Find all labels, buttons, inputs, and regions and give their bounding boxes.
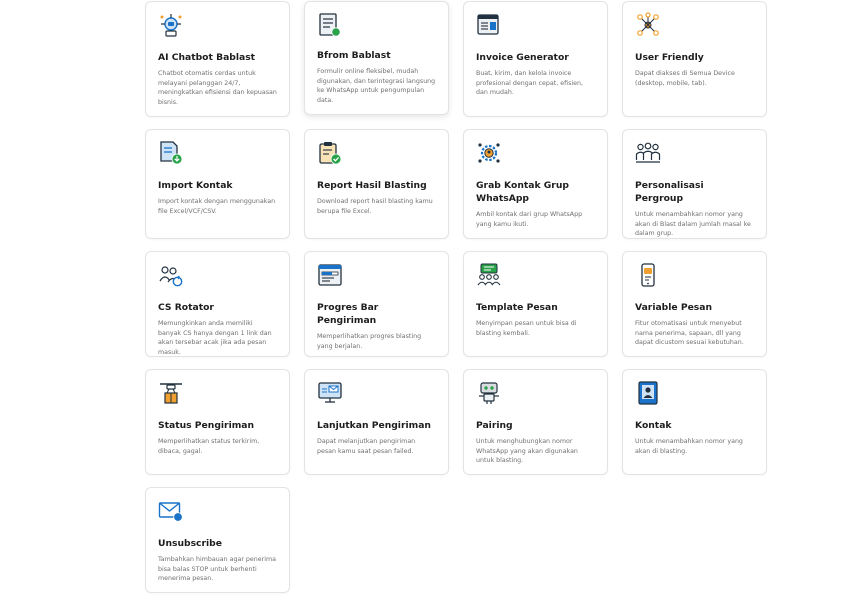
people-group-icon [635, 140, 661, 166]
envelope-icon [158, 498, 184, 524]
phone-message-icon [635, 262, 661, 288]
feature-title: Kontak [635, 420, 672, 431]
feature-card-variable[interactable]: Variable Pesan Fitur otomatisasi untuk m… [622, 251, 767, 357]
feature-title: Variable Pesan [635, 302, 713, 313]
feature-description: Formulir online fleksibel, mudah digunak… [317, 68, 436, 104]
monitor-mail-icon [317, 380, 343, 406]
feature-description: Menyimpan pesan untuk bisa di blasting k… [476, 320, 577, 337]
feature-description: Untuk menambahkan nomor yang akan di Bla… [635, 211, 751, 238]
feature-description: Ambil kontak dari grup WhatsApp yang kam… [476, 211, 583, 228]
feature-title: Personalisasi Pergroup [635, 180, 704, 204]
feature-description: Buat, kirim, dan kelola invoice profesio… [476, 70, 583, 97]
feature-description: Untuk menambahkan nomor yang akan di bla… [635, 438, 743, 455]
feature-title: Unsubscribe [158, 538, 222, 549]
group-gear-icon [476, 140, 502, 166]
feature-description: Download report hasil blasting kamu beru… [317, 198, 433, 215]
feature-card-user-friendly[interactable]: User Friendly Dapat diakses di Semua Dev… [622, 1, 767, 117]
feature-description: Dapat diakses di Semua Device (desktop, … [635, 70, 735, 87]
network-users-icon [635, 12, 661, 38]
feature-description: Chatbot otomatis cerdas untuk melayani p… [158, 70, 277, 106]
feature-card-kontak[interactable]: Kontak Untuk menambahkan nomor yang akan… [622, 369, 767, 475]
feature-title: Report Hasil Blasting [317, 180, 427, 191]
feature-card-invoice[interactable]: Invoice Generator Buat, kirim, dan kelol… [463, 1, 608, 117]
user-rotate-icon [158, 262, 184, 288]
feature-description: Tambahkan himbauan agar penerima bisa ba… [158, 556, 276, 583]
feature-description: Memperlihatkan status terkirim, dibaca, … [158, 438, 260, 455]
feature-title: User Friendly [635, 52, 704, 63]
feature-card-pairing[interactable]: Pairing Untuk menghubungkan nomor WhatsA… [463, 369, 608, 475]
feature-description: Dapat melanjutkan pengiriman pesan kamu … [317, 438, 416, 455]
feature-title: Import Kontak [158, 180, 233, 191]
template-chat-icon [476, 262, 502, 288]
feature-card-ai-chatbot[interactable]: AI Chatbot Bablast Chatbot otomatis cerd… [145, 1, 290, 117]
feature-title: Progres Bar Pengiriman [317, 302, 379, 326]
feature-card-report[interactable]: Report Hasil Blasting Download report ha… [304, 129, 449, 239]
feature-title: AI Chatbot Bablast [158, 52, 256, 63]
feature-card-status[interactable]: Status Pengiriman Memperlihatkan status … [145, 369, 290, 475]
chatbot-icon [158, 12, 184, 38]
progress-window-icon [317, 262, 343, 288]
feature-title: Pairing [476, 420, 513, 431]
feature-description: Fitur otomatisasi untuk menyebut nama pe… [635, 320, 744, 347]
feature-title: Invoice Generator [476, 52, 569, 63]
feature-card-lanjutkan[interactable]: Lanjutkan Pengiriman Dapat melanjutkan p… [304, 369, 449, 475]
drone-package-icon [158, 380, 184, 406]
feature-card-grab-kontak[interactable]: Grab Kontak Grup WhatsApp Ambil kontak d… [463, 129, 608, 239]
robot-pairing-icon [476, 380, 502, 406]
feature-description: Memungkinkan anda memiliki banyak CS han… [158, 320, 272, 356]
feature-card-import-kontak[interactable]: Import Kontak Import kontak dengan mengg… [145, 129, 290, 239]
feature-title: Status Pengiriman [158, 420, 255, 431]
feature-description: Import kontak dengan menggunakan file Ex… [158, 198, 276, 215]
invoice-icon [476, 12, 502, 38]
feature-title: Lanjutkan Pengiriman [317, 420, 431, 431]
feature-title: Template Pesan [476, 302, 558, 313]
feature-card-personalisasi[interactable]: Personalisasi Pergroup Untuk menambahkan… [622, 129, 767, 239]
form-icon [317, 12, 343, 38]
feature-title: Bfrom Bablast [317, 50, 391, 61]
import-file-icon [158, 140, 184, 166]
feature-card-bfrom[interactable]: Bfrom Bablast Formulir online fleksibel,… [304, 1, 449, 115]
feature-description: Untuk menghubungkan nomor WhatsApp yang … [476, 438, 578, 465]
feature-card-template[interactable]: Template Pesan Menyimpan pesan untuk bis… [463, 251, 608, 357]
feature-card-cs-rotator[interactable]: CS Rotator Memungkinkan anda memiliki ba… [145, 251, 290, 357]
contact-book-icon [635, 380, 661, 406]
feature-description: Memperlihatkan progres blasting yang ber… [317, 333, 422, 350]
feature-card-unsubscribe[interactable]: Unsubscribe Tambahkan himbauan agar pene… [145, 487, 290, 593]
feature-title: Grab Kontak Grup WhatsApp [476, 180, 569, 204]
feature-title: CS Rotator [158, 302, 214, 313]
clipboard-check-icon [317, 140, 343, 166]
feature-card-progres-bar[interactable]: Progres Bar Pengiriman Memperlihatkan pr… [304, 251, 449, 357]
